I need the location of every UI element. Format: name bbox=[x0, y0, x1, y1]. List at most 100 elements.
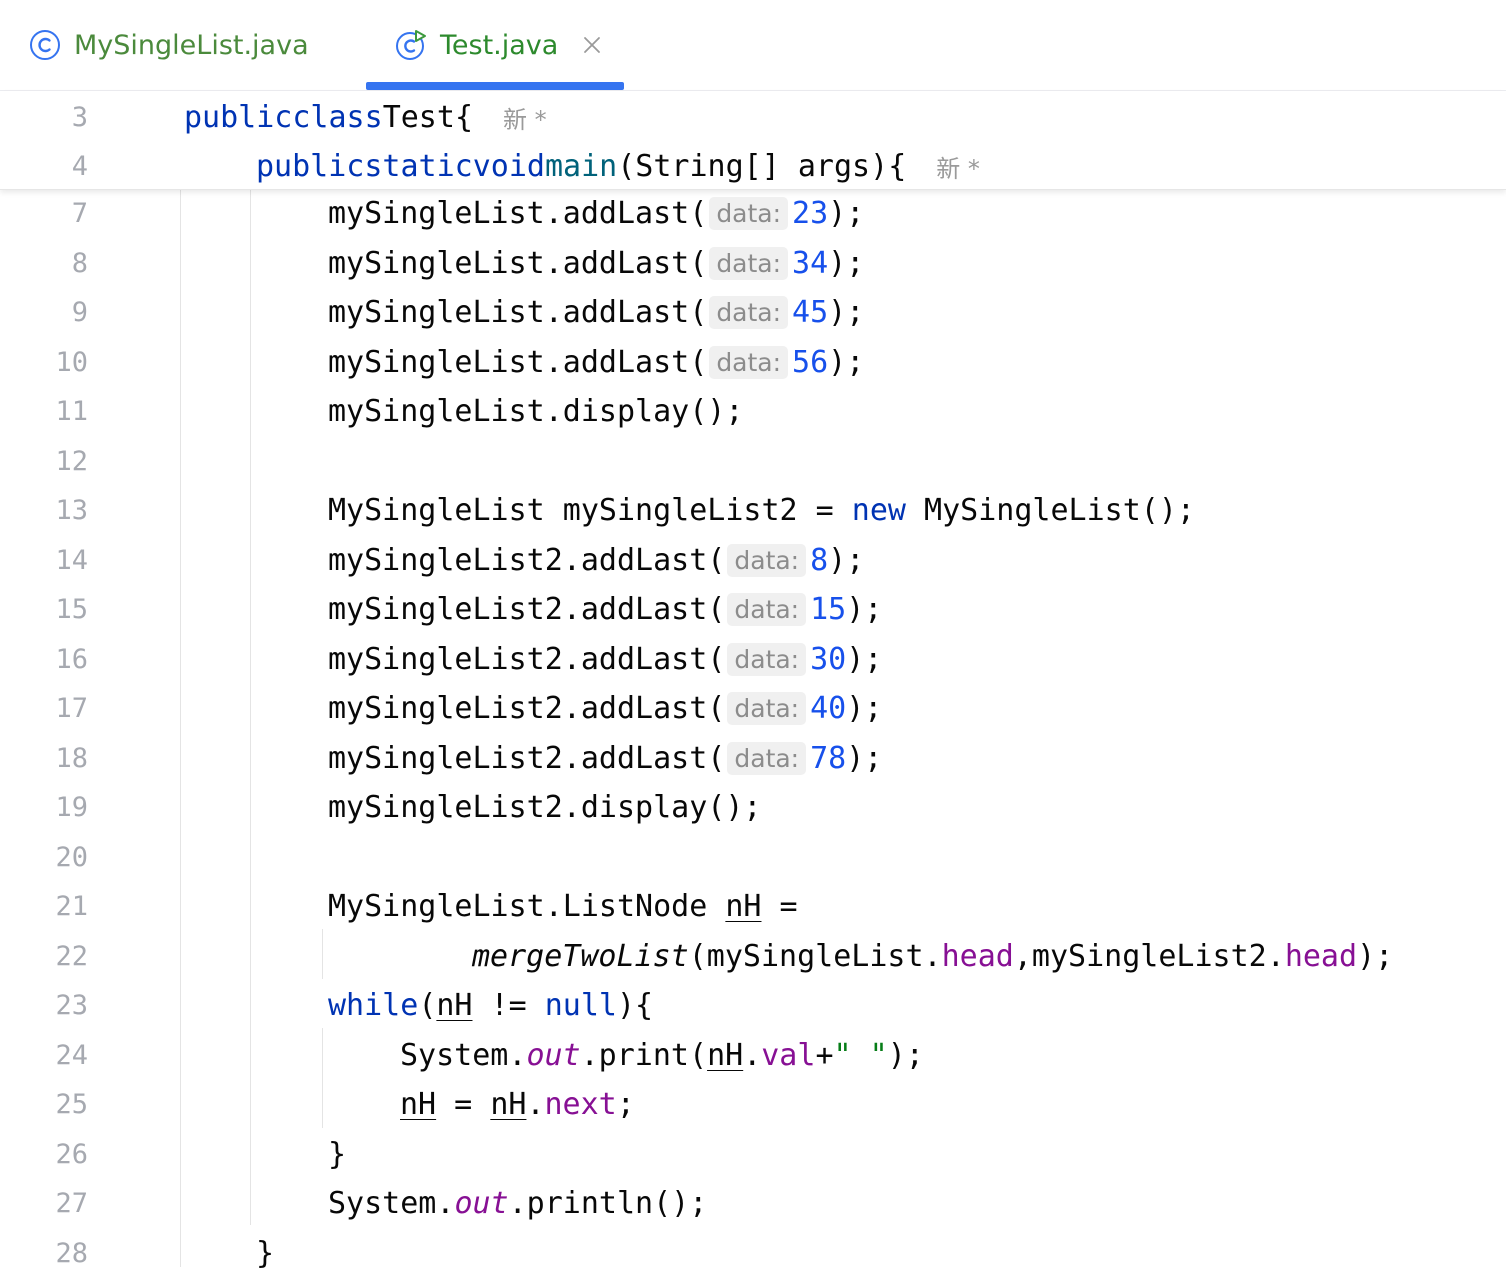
author-hint[interactable]: 新 * bbox=[936, 149, 980, 184]
punctuation: ; bbox=[616, 1086, 635, 1122]
code-line: 28 } bbox=[0, 1228, 1506, 1278]
number-literal: 56 bbox=[792, 344, 829, 380]
line-number: 17 bbox=[55, 692, 88, 724]
code-text: mergeTwoList (mySingleList. head ,mySingleL… bbox=[472, 939, 1393, 974]
parameter-hint: data: bbox=[709, 196, 789, 230]
runnable-class-icon bbox=[396, 30, 426, 60]
code-line: 9 mySingleList .addLast(data: 45); bbox=[0, 287, 1506, 337]
code-line: 4 public static void main (String[] args)… bbox=[0, 141, 1506, 191]
number-literal: 23 bbox=[792, 195, 829, 231]
number-literal: 34 bbox=[792, 245, 829, 281]
line-number: 27 bbox=[55, 1187, 88, 1219]
line-number: 22 bbox=[55, 940, 88, 972]
variable: nH bbox=[436, 987, 473, 1023]
code-editor[interactable]: 3 public class Test {新 * 4 public static… bbox=[0, 91, 1506, 1271]
punctuation: ); bbox=[828, 245, 865, 281]
punctuation: ); bbox=[846, 641, 883, 677]
parameter-hint: data: bbox=[709, 295, 789, 329]
brace: { bbox=[888, 148, 907, 184]
field: head bbox=[1284, 938, 1358, 974]
argument: ,mySingleList2. bbox=[1013, 938, 1285, 974]
keyword: public bbox=[256, 148, 365, 184]
punctuation: ( bbox=[418, 987, 437, 1023]
code-text: } bbox=[328, 1136, 347, 1172]
line-number: 13 bbox=[55, 494, 88, 526]
code-text: mySingleList .addLast(data: 23); bbox=[328, 196, 864, 231]
receiver: mySingleList2 bbox=[328, 690, 563, 726]
line-number: 25 bbox=[55, 1088, 88, 1120]
operator: != bbox=[472, 987, 545, 1023]
close-icon[interactable] bbox=[582, 35, 602, 55]
line-number: 16 bbox=[55, 643, 88, 675]
keyword: static bbox=[364, 148, 473, 184]
parameter-hint: data: bbox=[727, 543, 807, 577]
code-text: MySingleList mySingleList2 = new MySingl… bbox=[328, 493, 1195, 528]
line-number: 11 bbox=[55, 395, 88, 427]
punctuation: ); bbox=[887, 1037, 924, 1073]
code-line: 23 while(nH != null){ bbox=[0, 980, 1506, 1030]
punctuation: ); bbox=[1357, 938, 1394, 974]
code-line: 25 nH = nH. next; bbox=[0, 1079, 1506, 1129]
receiver: mySingleList bbox=[328, 245, 545, 281]
code-line: 12 bbox=[0, 436, 1506, 486]
line-number: 26 bbox=[55, 1138, 88, 1170]
type-name: MySingleList.ListNode bbox=[328, 888, 726, 924]
code-line: 14 mySingleList2 .addLast(data: 8); bbox=[0, 535, 1506, 585]
method-call: .print( bbox=[580, 1037, 708, 1073]
line-number: 20 bbox=[55, 841, 88, 873]
class-ref: System. bbox=[400, 1037, 527, 1073]
code-text: mySingleList2 .addLast(data: 8); bbox=[328, 543, 864, 578]
code-line: 16 mySingleList2 .addLast(data: 30); bbox=[0, 634, 1506, 684]
method-call: .addLast( bbox=[562, 740, 726, 776]
operator: = bbox=[761, 888, 798, 924]
receiver: mySingleList2 bbox=[328, 740, 563, 776]
argument: (mySingleList. bbox=[688, 938, 942, 974]
method-call: .addLast( bbox=[544, 344, 708, 380]
operator: + bbox=[815, 1037, 834, 1073]
keyword: public bbox=[184, 99, 293, 135]
punctuation: ); bbox=[828, 294, 865, 330]
tab-mysinglelist-java[interactable]: MySingleList.java bbox=[28, 0, 309, 90]
code-text: public class Test {新 * bbox=[184, 100, 547, 135]
punctuation: ); bbox=[846, 740, 883, 776]
line-number: 9 bbox=[71, 296, 88, 328]
punctuation: ); bbox=[828, 195, 865, 231]
method-call: .addLast( bbox=[544, 195, 708, 231]
method-name: main bbox=[545, 148, 618, 184]
field: head bbox=[941, 938, 1014, 974]
code-text: } bbox=[256, 1235, 275, 1271]
code-line: 20 bbox=[0, 832, 1506, 882]
code-text: mySingleList2.display(); bbox=[328, 789, 762, 825]
line-number: 24 bbox=[55, 1039, 88, 1071]
parameter-hint: data: bbox=[727, 592, 807, 626]
constructor-call: MySingleList(); bbox=[905, 492, 1195, 528]
line-number: 14 bbox=[55, 544, 88, 576]
author-hint[interactable]: 新 * bbox=[503, 100, 547, 135]
code-line: 8 mySingleList .addLast(data: 34); bbox=[0, 238, 1506, 288]
code-text: mySingleList2 .addLast(data: 30); bbox=[328, 642, 882, 677]
brace: { bbox=[454, 99, 473, 135]
punctuation: ){ bbox=[617, 987, 654, 1023]
keyword: null bbox=[544, 987, 617, 1023]
code-line: 13 MySingleList mySingleList2 = new MySi… bbox=[0, 485, 1506, 535]
line-number: 15 bbox=[55, 593, 88, 625]
static-field: out bbox=[526, 1037, 581, 1073]
parameter-hint: data: bbox=[727, 691, 807, 725]
active-tab-indicator bbox=[366, 82, 624, 90]
tab-label: Test.java bbox=[440, 29, 559, 61]
receiver: mySingleList2 bbox=[328, 641, 563, 677]
code-text: mySingleList2 .addLast(data: 78); bbox=[328, 741, 882, 776]
sticky-lines-header: 3 public class Test {新 * 4 public static… bbox=[0, 91, 1506, 190]
receiver: mySingleList bbox=[328, 195, 545, 231]
code-text: mySingleList.display(); bbox=[328, 393, 744, 429]
line-number: 12 bbox=[55, 445, 88, 477]
code-text: System. out .print(nH. val + " "); bbox=[400, 1038, 924, 1073]
field: next bbox=[544, 1086, 617, 1122]
code-line: 27 System. out .println(); bbox=[0, 1178, 1506, 1228]
receiver: mySingleList bbox=[328, 294, 545, 330]
number-literal: 40 bbox=[810, 690, 847, 726]
code-line: 19 mySingleList2.display(); bbox=[0, 782, 1506, 832]
line-number: 23 bbox=[55, 989, 88, 1021]
tab-test-java[interactable]: Test.java bbox=[394, 0, 602, 90]
punctuation: ); bbox=[828, 344, 865, 380]
